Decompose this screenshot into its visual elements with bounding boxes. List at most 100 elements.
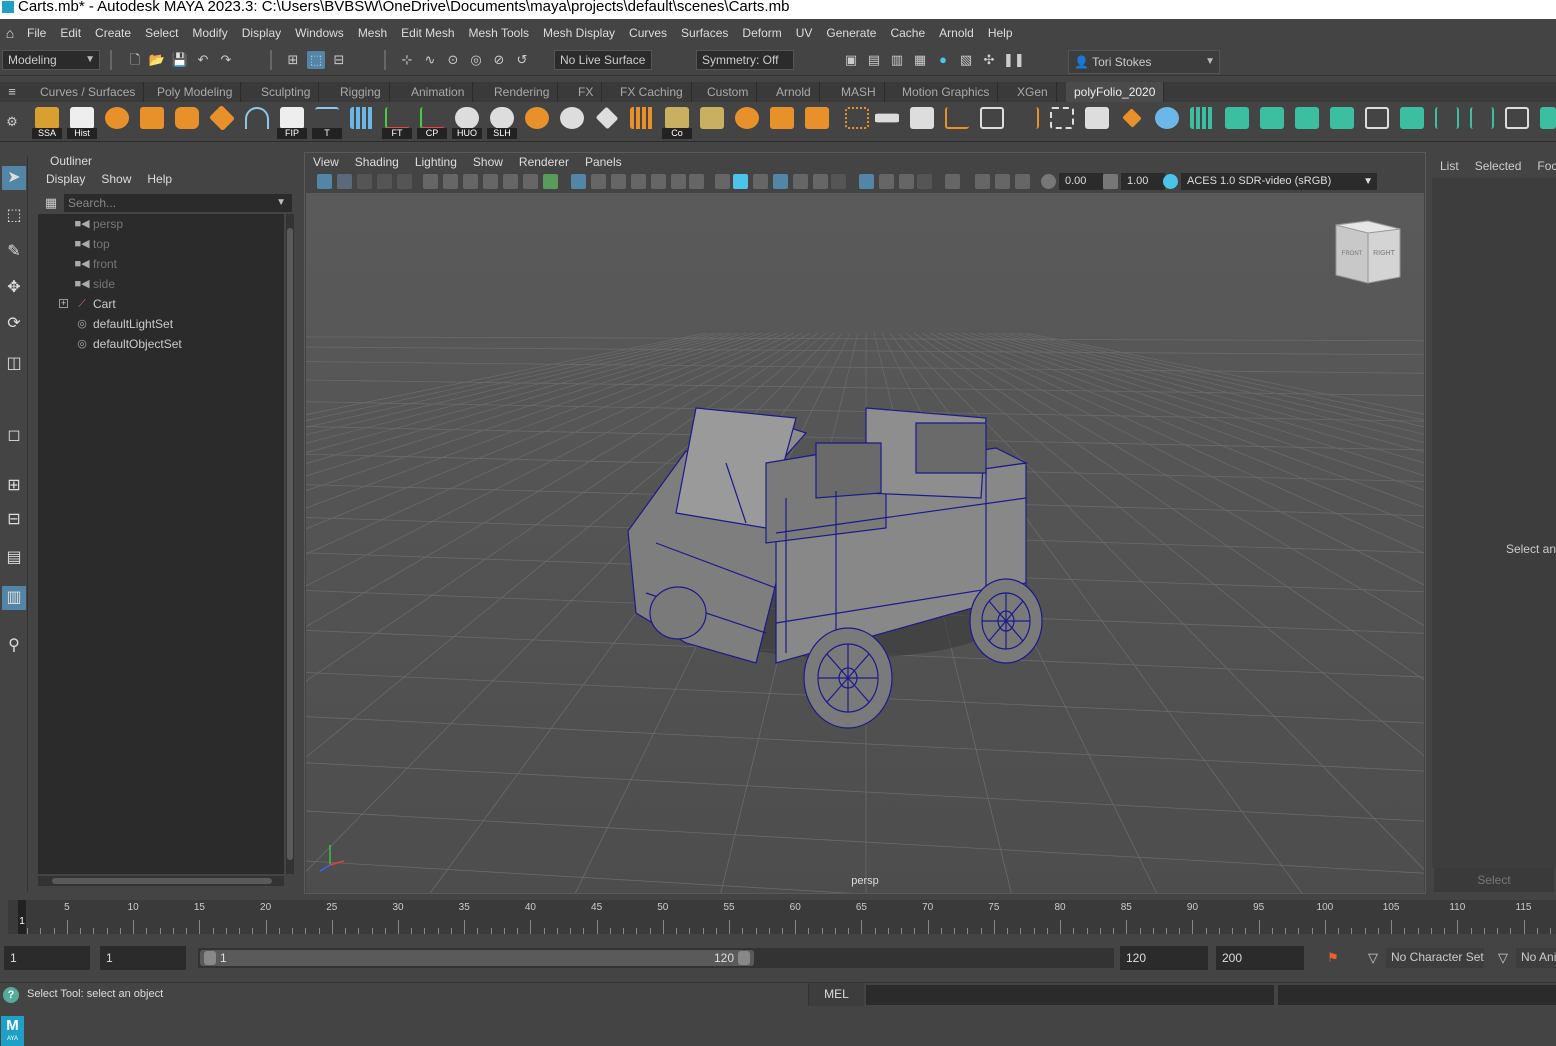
select-button[interactable]: Select — [1434, 868, 1554, 892]
gamma-field[interactable]: 1.00 — [1121, 173, 1165, 190]
outliner-item-defaultobjectset[interactable]: ◎ defaultObjectSet — [38, 334, 284, 354]
rotate-tool-icon[interactable]: ⟳ — [2, 312, 26, 336]
outliner-layout-icon[interactable]: ▤ — [2, 546, 26, 570]
shelf-button-flatten[interactable] — [872, 105, 902, 139]
lasso-tool-icon[interactable]: ⬚ — [2, 204, 26, 228]
shelf-button-uv-more[interactable] — [1537, 105, 1556, 139]
tab-rendering[interactable]: Rendering — [486, 82, 559, 102]
outliner-item-defaultlightset[interactable]: ◎ defaultLightSet — [38, 314, 284, 334]
range-start-handle[interactable] — [204, 951, 216, 965]
shelf-menu-icon[interactable]: ≡ — [3, 83, 21, 101]
outliner-item-top[interactable]: ■◀ top — [38, 234, 284, 254]
snap-point-icon[interactable]: ⊙ — [444, 51, 462, 69]
image-plane-icon[interactable] — [357, 174, 372, 189]
new-scene-icon[interactable]: 🗋 — [126, 51, 144, 69]
menu-edit-mesh[interactable]: Edit Mesh — [394, 22, 461, 44]
outliner-item-persp[interactable]: ■◀ persp — [38, 214, 284, 234]
outliner-vertical-scrollbar[interactable] — [286, 214, 294, 874]
shelf-button-plane[interactable] — [207, 104, 237, 139]
shelf-button-t[interactable]: T — [312, 105, 342, 139]
menu-display[interactable]: Display — [235, 22, 288, 44]
shelf-button-extrude[interactable] — [697, 105, 727, 139]
shelf-button-cp[interactable]: CP — [417, 105, 447, 139]
animation-end-field[interactable]: 200 — [1216, 946, 1304, 970]
anim-layer-dropdown[interactable]: No Ani — [1516, 948, 1556, 968]
search-icon[interactable]: ⚲ — [2, 634, 26, 658]
shelf-button-separate[interactable] — [907, 105, 937, 139]
current-frame-indicator[interactable]: 1 — [18, 900, 26, 934]
camera-lock-icon[interactable] — [423, 174, 438, 189]
menu-surfaces[interactable]: Surfaces — [674, 22, 735, 44]
outliner-item-side[interactable]: ■◀ side — [38, 274, 284, 294]
outliner-item-front[interactable]: ■◀ front — [38, 254, 284, 274]
snap-grid-icon[interactable]: ⊹ — [398, 51, 416, 69]
shelf-button-bridge[interactable] — [942, 105, 972, 139]
bookmark-icon[interactable] — [337, 174, 352, 189]
shelf-button-fip[interactable]: FIP — [277, 105, 307, 139]
snap-live-icon[interactable]: ⊘ — [490, 51, 508, 69]
default-material-icon[interactable] — [631, 174, 646, 189]
ipr-render-icon[interactable]: ▥ — [888, 51, 906, 69]
two-view-layout-icon[interactable]: ⊟ — [2, 508, 26, 532]
workspace-dropdown[interactable]: Modeling ▼ — [2, 50, 100, 70]
shelf-button-uv-relax[interactable] — [1362, 105, 1392, 139]
playback-start-field[interactable]: 1 — [100, 946, 186, 970]
time-slider-track[interactable]: 1 5 10 15 20 25 30 35 40 45 50 55 60 65 70 75 80 85 90 95 1… — [8, 900, 1556, 934]
tab-mash[interactable]: MASH — [833, 82, 885, 102]
textured-icon[interactable] — [651, 174, 666, 189]
film-gate-icon[interactable] — [443, 174, 458, 189]
menu-uv[interactable]: UV — [789, 22, 820, 44]
safe-action-icon[interactable] — [523, 174, 538, 189]
render-frame-icon[interactable]: ▤ — [865, 51, 883, 69]
menu-cache[interactable]: Cache — [883, 22, 932, 44]
color-space-dropdown[interactable]: ACES 1.0 SDR-video (sRGB) ▼ — [1181, 173, 1377, 190]
tab-list[interactable]: List — [1432, 156, 1467, 176]
menu-edit[interactable]: Edit — [53, 22, 88, 44]
outliner-menu-show[interactable]: Show — [93, 170, 139, 188]
shelf-button-uv-straighten[interactable] — [1502, 105, 1532, 139]
menu-generate[interactable]: Generate — [819, 22, 883, 44]
auto-key-icon[interactable]: ⚑ — [1324, 949, 1342, 967]
range-end-handle[interactable] — [738, 951, 750, 965]
redo-icon[interactable]: ↷ — [217, 51, 235, 69]
shelf-button-edge-loop[interactable] — [1012, 105, 1042, 139]
shelf-button-hist[interactable]: Hist — [67, 105, 97, 139]
menu-file[interactable]: File — [20, 22, 53, 44]
paint-select-tool-icon[interactable]: ✎ — [2, 240, 26, 264]
shelf-button-uv-cube[interactable] — [1222, 105, 1252, 139]
field-chart-icon[interactable] — [503, 174, 518, 189]
outliner-persp-layout-icon[interactable]: ▥ — [2, 586, 26, 610]
isolate-select-icon[interactable] — [859, 174, 874, 189]
select-hierarchy-icon[interactable]: ⊞ — [284, 51, 302, 69]
gamma-icon[interactable] — [1103, 174, 1118, 189]
shelf-button-uv-sew[interactable] — [1292, 105, 1322, 139]
four-view-layout-icon[interactable]: ⊞ — [2, 474, 26, 498]
tab-fx[interactable]: FX — [570, 82, 603, 102]
snap-view-plane-icon[interactable]: ◎ — [467, 51, 485, 69]
render-view-icon[interactable]: ▣ — [842, 51, 860, 69]
viewport-menu-lighting[interactable]: Lighting — [407, 153, 465, 171]
menu-select[interactable]: Select — [138, 22, 185, 44]
shelf-button-sphere-grid[interactable] — [732, 105, 762, 139]
smooth-shade-icon[interactable] — [611, 174, 626, 189]
shelf-button-uv-distribute[interactable] — [1467, 105, 1497, 139]
shelf-button-cube[interactable] — [137, 105, 167, 139]
shelf-button-cube-wire[interactable] — [1082, 105, 1112, 139]
snap-curve-icon[interactable]: ∿ — [421, 51, 439, 69]
animation-start-field[interactable]: 1 — [4, 946, 90, 970]
save-scene-icon[interactable]: 💾 — [171, 51, 189, 69]
undo-icon[interactable]: ↶ — [194, 51, 212, 69]
scene-svg[interactable]: FRONT RIGHT — [306, 193, 1424, 893]
camera-attributes-icon[interactable] — [317, 174, 332, 189]
render-settings-icon[interactable]: ▦ — [911, 51, 929, 69]
tab-poly-modeling[interactable]: Poly Modeling — [149, 82, 242, 102]
chevron-down-icon[interactable]: ▽ — [1364, 949, 1382, 967]
menu-mesh-tools[interactable]: Mesh Tools — [462, 22, 536, 44]
user-account-dropdown[interactable]: 👤 Tori Stokes ▼ — [1068, 50, 1220, 74]
wireframe-on-shaded-icon[interactable] — [733, 174, 748, 189]
outliner-horizontal-scrollbar[interactable] — [38, 876, 284, 886]
shelf-button-cylinder[interactable] — [172, 105, 202, 139]
scrollbar-thumb[interactable] — [287, 228, 293, 860]
tab-focus[interactable]: Focu — [1529, 156, 1556, 176]
tab-polyfolio-2020[interactable]: polyFolio_2020 — [1066, 82, 1165, 102]
